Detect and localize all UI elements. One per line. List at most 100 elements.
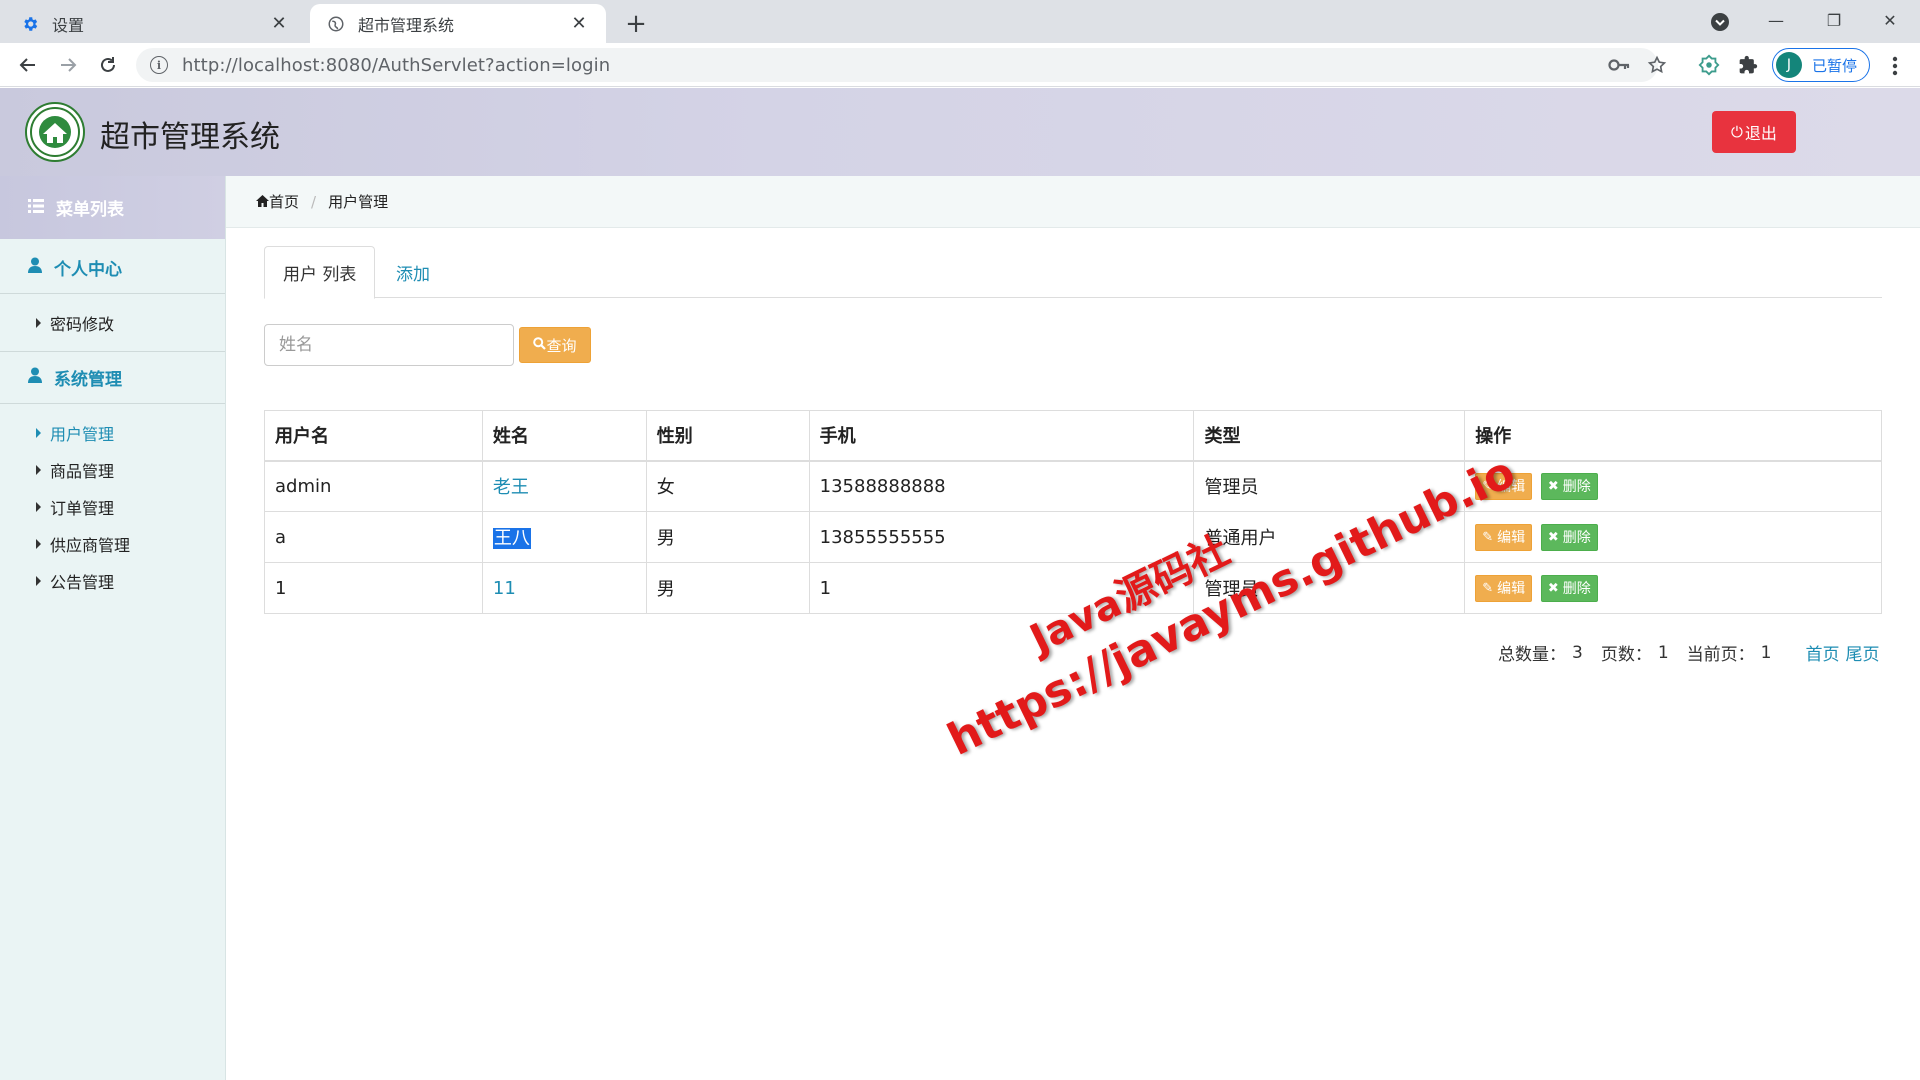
close-icon[interactable]: ✕	[268, 13, 290, 35]
main-content: 用户 列表 添加 查询 用户名 姓名 性别 手机 类型 操作 admin 老王 …	[226, 228, 1920, 1080]
window-close-icon[interactable]: ✕	[1862, 0, 1918, 40]
edit-button[interactable]: ✎ 编辑	[1475, 523, 1533, 551]
breadcrumb-home[interactable]: 首页	[269, 191, 299, 212]
tab-search-icon[interactable]	[1707, 9, 1733, 35]
column-header-actions: 操作	[1464, 410, 1882, 462]
puzzle-icon[interactable]	[1735, 52, 1761, 78]
profile-button[interactable]: J 已暂停	[1772, 48, 1870, 82]
sidebar-item-notices[interactable]: 公告管理	[0, 562, 225, 599]
pencil-icon: ✎	[1482, 478, 1494, 494]
sidebar-item-orders[interactable]: 订单管理	[0, 488, 225, 525]
cell-name-link[interactable]: 11	[481, 562, 647, 614]
reload-icon[interactable]	[92, 49, 124, 81]
tab-title: 设置	[52, 15, 85, 35]
gear-icon	[20, 14, 40, 34]
app-header: 超市管理系统 ⏻ 退出	[0, 88, 1920, 176]
cell-username: admin	[264, 460, 483, 512]
table-row: admin 老王 女 13588888888 管理员 ✎ 编辑 ✖ 删除	[264, 460, 1882, 512]
sidebar-item-suppliers[interactable]: 供应商管理	[0, 525, 225, 562]
cell-username: 1	[264, 562, 483, 614]
home-icon	[256, 193, 269, 211]
extension-gear-icon[interactable]	[1696, 52, 1722, 78]
column-header-username: 用户名	[264, 410, 483, 462]
first-page-link[interactable]: 首页	[1805, 640, 1839, 665]
list-icon	[28, 198, 44, 218]
address-bar[interactable]: i http://localhost:8080/AuthServlet?acti…	[136, 48, 1658, 82]
x-icon: ✖	[1547, 529, 1559, 545]
user-icon	[28, 257, 42, 278]
breadcrumb-current: 用户管理	[328, 193, 389, 211]
table-header-row: 用户名 姓名 性别 手机 类型 操作	[264, 410, 1882, 462]
delete-button[interactable]: ✖ 删除	[1540, 523, 1598, 551]
search-button[interactable]: 查询	[519, 327, 591, 363]
profile-status: 已暂停	[1812, 56, 1858, 75]
key-icon[interactable]	[1607, 53, 1631, 77]
search-icon	[533, 336, 547, 354]
pagination: 总数量： 3 页数： 1 当前页： 1 首页 尾页	[1498, 640, 1879, 666]
cell-gender: 男	[645, 562, 810, 614]
power-icon: ⏻	[1731, 123, 1743, 141]
browser-tab-app[interactable]: 超市管理系统 ✕	[310, 4, 606, 43]
sidebar-item-users[interactable]: 用户管理	[0, 414, 225, 451]
edit-button[interactable]: ✎ 编辑	[1475, 574, 1533, 602]
caret-right-icon	[36, 427, 41, 438]
cell-type: 普通用户	[1193, 511, 1466, 563]
sidebar-item-products[interactable]: 商品管理	[0, 451, 225, 488]
sidebar-sublist-personal: 密码修改	[0, 294, 225, 352]
last-page-link[interactable]: 尾页	[1845, 640, 1879, 665]
globe-icon	[326, 14, 346, 34]
table-row: a 王八 男 13855555555 普通用户 ✎ 编辑 ✖ 删除	[264, 511, 1882, 563]
cell-name-link[interactable]: 老王	[481, 460, 647, 512]
sidebar-sublist-system: 用户管理 商品管理 订单管理 供应商管理 公告管理	[0, 404, 225, 609]
delete-button[interactable]: ✖ 删除	[1540, 472, 1598, 500]
more-menu-icon[interactable]	[1880, 51, 1910, 81]
total-label: 总数量：	[1498, 645, 1566, 665]
pencil-icon: ✎	[1482, 580, 1494, 596]
minimize-icon[interactable]: —	[1748, 0, 1804, 40]
tab-title: 超市管理系统	[358, 15, 455, 35]
new-tab-button[interactable]: +	[620, 8, 652, 40]
cell-gender: 女	[645, 460, 810, 512]
back-arrow-icon[interactable]	[12, 49, 44, 81]
avatar: J	[1776, 52, 1802, 78]
logout-button[interactable]: ⏻ 退出	[1712, 111, 1796, 153]
restore-icon[interactable]: ❐	[1806, 0, 1862, 40]
breadcrumb: 首页 / 用户管理	[226, 176, 1920, 228]
tab-user-list[interactable]: 用户 列表	[264, 246, 376, 299]
forward-arrow-icon[interactable]	[52, 49, 84, 81]
browser-toolbar: i http://localhost:8080/AuthServlet?acti…	[0, 43, 1920, 87]
delete-button[interactable]: ✖ 删除	[1540, 574, 1598, 602]
caret-right-icon	[36, 575, 41, 586]
current-page-label: 当前页：	[1686, 645, 1755, 665]
cell-actions: ✎ 编辑 ✖ 删除	[1464, 562, 1882, 614]
logo	[25, 102, 85, 162]
sidebar-group-personal[interactable]: 个人中心	[0, 242, 225, 294]
breadcrumb-separator: /	[311, 192, 317, 211]
current-page: 1	[1760, 642, 1772, 663]
browser-tab-bar: 设置 ✕ 超市管理系统 ✕ + — ❐ ✕	[0, 0, 1920, 43]
star-icon[interactable]	[1645, 53, 1669, 77]
content-tabs: 用户 列表 添加	[264, 246, 1882, 299]
cell-gender: 男	[645, 511, 810, 563]
column-header-name: 姓名	[481, 410, 647, 462]
name-search-input[interactable]	[264, 324, 514, 366]
site-info-icon[interactable]: i	[150, 56, 168, 74]
url-text: http://localhost:8080/AuthServlet?action…	[182, 54, 611, 76]
total-count: 3	[1572, 642, 1583, 663]
sidebar-menu-title: 菜单列表	[0, 176, 225, 239]
pencil-icon: ✎	[1482, 529, 1494, 545]
users-table: 用户名 姓名 性别 手机 类型 操作 admin 老王 女 1358888888…	[264, 410, 1882, 614]
browser-tab-settings[interactable]: 设置 ✕	[4, 4, 306, 43]
tab-add[interactable]: 添加	[378, 246, 448, 299]
caret-right-icon	[36, 501, 41, 512]
sidebar: 菜单列表 个人中心 密码修改 系统管理 用户管理 商品管理 订单管理 供应商管理…	[0, 176, 226, 1080]
logout-label: 退出	[1744, 124, 1777, 143]
pages-label: 页数：	[1600, 645, 1652, 665]
cell-name-link[interactable]: 王八	[481, 511, 647, 563]
close-icon[interactable]: ✕	[568, 13, 590, 35]
column-header-gender: 性别	[645, 410, 810, 462]
sidebar-item-password[interactable]: 密码修改	[0, 304, 225, 341]
edit-button[interactable]: ✎ 编辑	[1475, 472, 1533, 500]
user-icon	[28, 367, 42, 388]
sidebar-group-system[interactable]: 系统管理	[0, 352, 225, 404]
